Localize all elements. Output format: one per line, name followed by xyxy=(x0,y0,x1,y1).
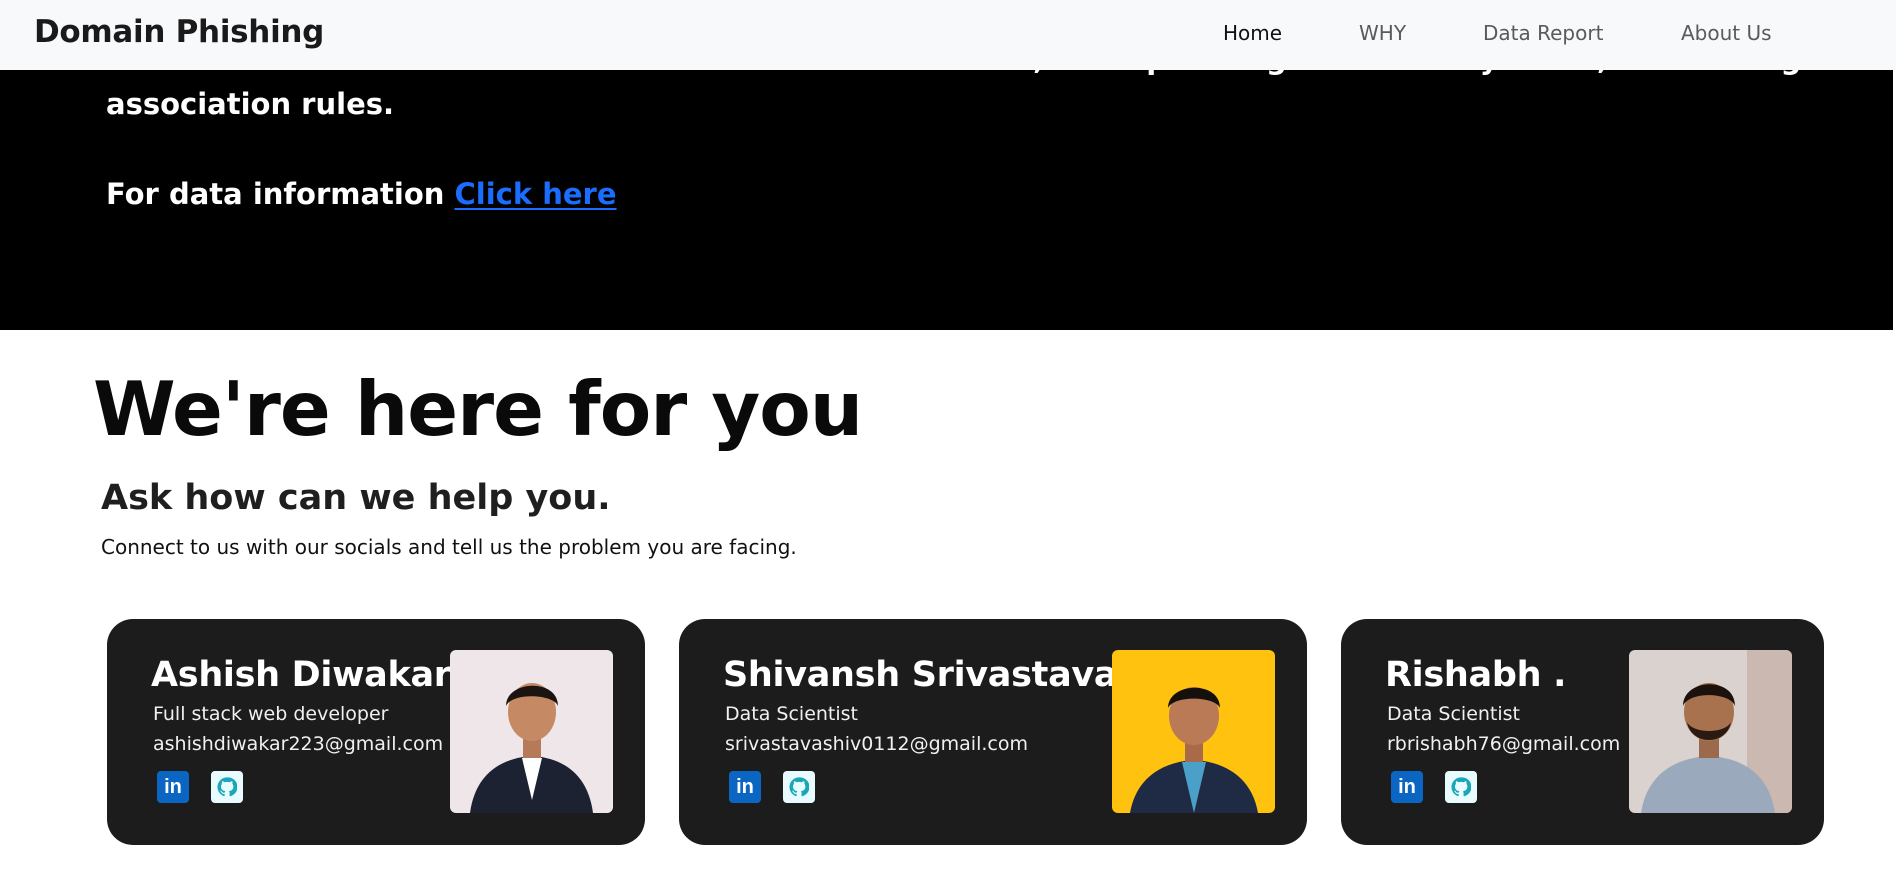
team-card-shivansh: Shivansh Srivastava Data Scientist sriva… xyxy=(679,619,1307,845)
contact-subtitle: Ask how can we help you. xyxy=(101,478,611,518)
click-here-link[interactable]: Click here xyxy=(455,177,617,211)
hero-data-info-label: For data information xyxy=(106,177,455,211)
hero-data-info: For data information Click here xyxy=(106,177,617,211)
linkedin-icon[interactable]: in xyxy=(157,771,189,803)
team-card-ashish: Ashish Diwakar Full stack web developer … xyxy=(107,619,645,845)
contact-title: We're here for you xyxy=(93,365,863,453)
linkedin-icon[interactable]: in xyxy=(729,771,761,803)
member-role: Data Scientist xyxy=(1387,703,1520,725)
linkedin-icon[interactable]: in xyxy=(1391,771,1423,803)
hero-section: allow the researchers to train their cla… xyxy=(0,70,1893,330)
member-name: Rishabh . xyxy=(1385,655,1567,695)
hero-text-line: association rules. xyxy=(106,87,395,121)
member-name: Ashish Diwakar xyxy=(151,655,451,695)
hero-clipped-text: allow the researchers to train their cla… xyxy=(106,70,1801,76)
github-icon[interactable] xyxy=(1445,771,1477,803)
nav-why[interactable]: WHY xyxy=(1359,21,1406,45)
nav-home[interactable]: Home xyxy=(1223,21,1282,45)
brand-link[interactable]: Domain Phishing xyxy=(34,14,324,50)
member-email: rbrishabh76@gmail.com xyxy=(1387,733,1621,755)
contact-description: Connect to us with our socials and tell … xyxy=(101,535,797,559)
nav-data-report[interactable]: Data Report xyxy=(1483,21,1603,45)
navbar: Domain Phishing Home WHY Data Report Abo… xyxy=(0,0,1896,70)
github-icon[interactable] xyxy=(783,771,815,803)
team-card-rishabh: Rishabh . Data Scientist rbrishabh76@gma… xyxy=(1341,619,1824,845)
github-icon[interactable] xyxy=(211,771,243,803)
member-photo xyxy=(1112,650,1275,813)
member-photo xyxy=(450,650,613,813)
nav-about-us[interactable]: About Us xyxy=(1681,21,1772,45)
member-photo xyxy=(1629,650,1792,813)
member-email: ashishdiwakar223@gmail.com xyxy=(153,733,444,755)
member-role: Full stack web developer xyxy=(153,703,389,725)
member-name: Shivansh Srivastava xyxy=(723,655,1118,695)
member-email: srivastavashiv0112@gmail.com xyxy=(725,733,1028,755)
member-role: Data Scientist xyxy=(725,703,858,725)
